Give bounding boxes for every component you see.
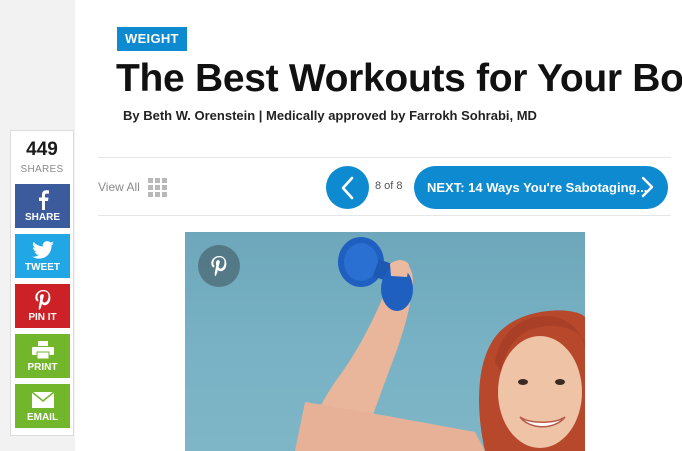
divider xyxy=(98,215,671,216)
page-indicator: 8 of 8 xyxy=(375,180,403,192)
grid-icon xyxy=(147,177,167,197)
tweet-button[interactable]: TWEET xyxy=(15,234,70,278)
next-slide-label: NEXT: 14 Ways You're Sabotaging... xyxy=(427,180,648,195)
woman-with-dumbbell-illustration xyxy=(295,237,585,451)
envelope-icon xyxy=(15,389,70,411)
category-tag[interactable]: WEIGHT xyxy=(117,27,187,51)
divider xyxy=(98,157,671,158)
next-slide-button[interactable]: NEXT: 14 Ways You're Sabotaging... xyxy=(414,166,668,209)
view-all-label: View All xyxy=(98,180,140,194)
article-hero-image xyxy=(185,232,585,451)
twitter-bird-icon xyxy=(15,239,70,261)
email-label: EMAIL xyxy=(26,412,59,423)
print-label: PRINT xyxy=(27,362,58,373)
pin-image-button[interactable] xyxy=(198,245,240,287)
byline: By Beth W. Orenstein | Medically approve… xyxy=(123,108,537,123)
printer-icon xyxy=(15,339,70,361)
pin-it-label: PIN IT xyxy=(28,312,57,323)
share-count-label: SHARES xyxy=(20,164,64,175)
facebook-icon xyxy=(15,189,70,211)
article-title: The Best Workouts for Your Body Type xyxy=(116,57,682,100)
pinterest-icon xyxy=(211,256,227,277)
print-button[interactable]: PRINT xyxy=(15,334,70,378)
chevron-right-icon xyxy=(641,176,654,198)
share-bar: 449 SHARES SHARE TWEET PIN IT PRINT EMAI… xyxy=(10,130,74,436)
pinterest-icon xyxy=(15,289,70,311)
facebook-share-button[interactable]: SHARE xyxy=(15,184,70,228)
pin-it-button[interactable]: PIN IT xyxy=(15,284,70,328)
chevron-left-icon xyxy=(341,176,353,199)
tweet-label: TWEET xyxy=(25,262,60,273)
share-count: 449 xyxy=(26,139,58,160)
previous-slide-button[interactable] xyxy=(326,166,369,209)
facebook-share-label: SHARE xyxy=(24,212,60,223)
view-all-link[interactable]: View All xyxy=(98,176,167,198)
email-button[interactable]: EMAIL xyxy=(15,384,70,428)
